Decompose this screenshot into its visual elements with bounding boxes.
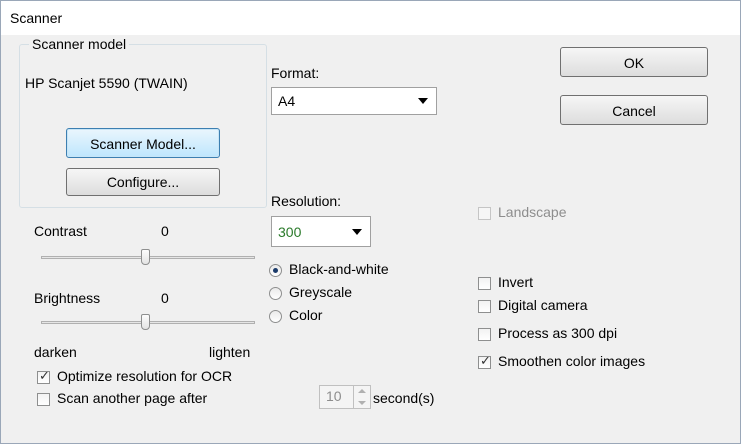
process-300-checkbox[interactable] — [478, 328, 491, 341]
brightness-label: Brightness — [34, 290, 101, 306]
scanner-model-name: HP Scanjet 5590 (TWAIN) — [25, 75, 188, 91]
configure-button[interactable]: Configure... — [66, 168, 220, 196]
format-label: Format: — [271, 65, 320, 81]
smoothen-label: Smoothen color images — [498, 353, 646, 369]
optimize-ocr-checkbox[interactable]: ✓ — [37, 368, 50, 384]
ok-button[interactable]: OK — [560, 47, 708, 77]
darken-label: darken — [34, 344, 77, 360]
format-dropdown[interactable]: A4 — [271, 87, 437, 115]
scan-another-checkbox[interactable] — [37, 393, 50, 406]
landscape-checkbox[interactable] — [478, 207, 491, 220]
radio-greyscale[interactable] — [269, 287, 282, 300]
checkmark-icon: ✓ — [480, 353, 491, 368]
cancel-button[interactable]: Cancel — [560, 95, 708, 125]
contrast-label: Contrast — [34, 223, 87, 239]
delay-spinner[interactable]: 10 — [319, 385, 371, 409]
delay-unit-label: second(s) — [373, 390, 435, 406]
spin-up-icon[interactable] — [358, 389, 366, 393]
resolution-dropdown[interactable]: 300 — [271, 216, 371, 247]
delay-value: 10 — [326, 388, 342, 404]
resolution-value: 300 — [278, 224, 302, 240]
resolution-label: Resolution: — [271, 193, 342, 209]
chevron-down-icon — [352, 229, 362, 235]
scanner-model-button[interactable]: Scanner Model... — [66, 128, 220, 158]
chevron-down-icon — [418, 98, 428, 104]
radio-color-label: Color — [289, 307, 323, 323]
invert-checkbox[interactable] — [478, 277, 491, 290]
radio-color[interactable] — [269, 310, 282, 323]
scanner-model-group-label: Scanner model — [29, 36, 130, 52]
radio-greyscale-label: Greyscale — [289, 284, 353, 300]
smoothen-checkbox[interactable]: ✓ — [478, 353, 491, 369]
contrast-slider-thumb[interactable] — [141, 249, 150, 265]
radio-black-and-white-label: Black-and-white — [289, 261, 389, 277]
optimize-ocr-label: Optimize resolution for OCR — [57, 368, 233, 384]
digital-camera-checkbox[interactable] — [478, 300, 491, 313]
radio-black-and-white[interactable] — [269, 264, 282, 277]
checkmark-icon: ✓ — [39, 368, 50, 383]
lighten-label: lighten — [209, 344, 251, 360]
brightness-slider-thumb[interactable] — [141, 314, 150, 330]
spinner-buttons[interactable] — [353, 386, 370, 408]
digital-camera-label: Digital camera — [498, 297, 588, 313]
format-value: A4 — [278, 93, 296, 109]
title-bar[interactable]: Scanner — [1, 1, 740, 35]
contrast-value: 0 — [161, 223, 169, 239]
brightness-value: 0 — [161, 290, 169, 306]
invert-label: Invert — [498, 274, 534, 290]
spin-down-icon[interactable] — [358, 401, 366, 405]
radio-selected-dot — [273, 268, 278, 273]
scan-another-label: Scan another page after — [57, 390, 208, 406]
scanner-dialog: Scanner Scanner model HP Scanjet 5590 (T… — [0, 0, 741, 444]
window-title: Scanner — [10, 10, 63, 26]
process-300-label: Process as 300 dpi — [498, 325, 618, 341]
landscape-label: Landscape — [498, 204, 567, 220]
